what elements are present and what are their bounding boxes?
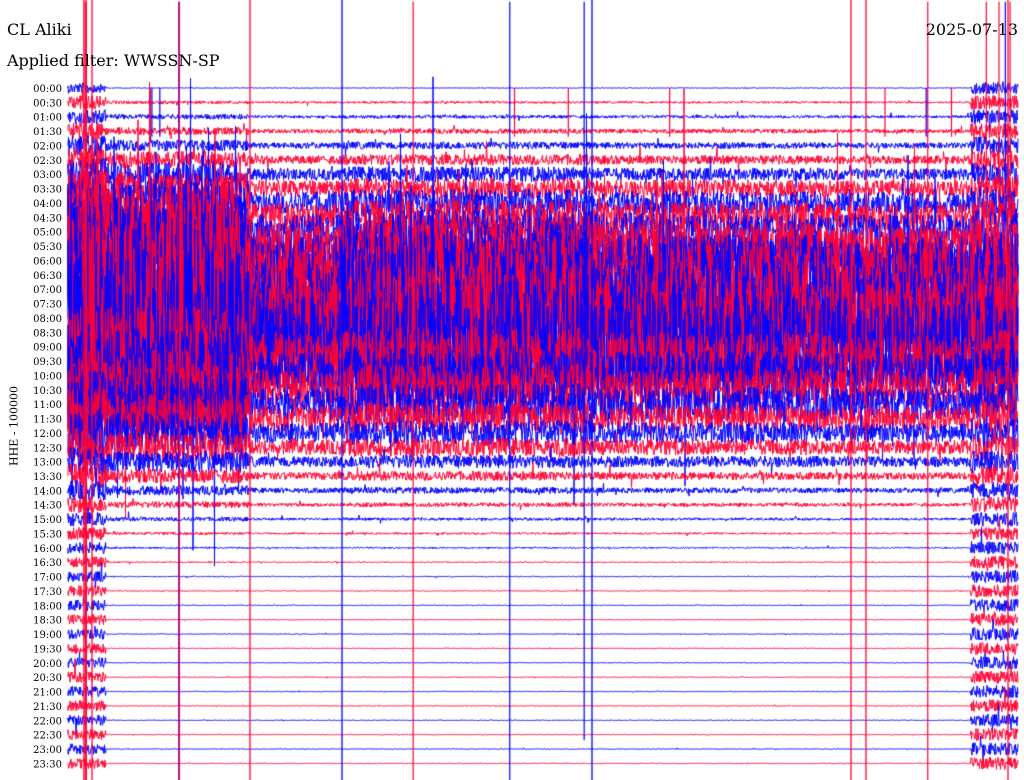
- tick-label-0630: 06:30: [33, 271, 62, 282]
- helicorder-plot: [0, 0, 1024, 780]
- tick-label-0400: 04:00: [33, 199, 62, 210]
- tick-label-0900: 09:00: [33, 343, 62, 354]
- tick-label-0100: 01:00: [33, 113, 62, 124]
- tick-label-1430: 14:30: [33, 501, 62, 512]
- tick-label-0830: 08:30: [33, 328, 62, 339]
- tick-label-1530: 15:30: [33, 529, 62, 540]
- tick-label-0500: 05:00: [33, 228, 62, 239]
- tick-label-1330: 13:30: [33, 472, 62, 483]
- tick-label-0130: 01:30: [33, 127, 62, 138]
- tick-label-0230: 02:30: [33, 156, 62, 167]
- tick-label-1800: 18:00: [33, 601, 62, 612]
- tick-label-1400: 14:00: [33, 486, 62, 497]
- tick-label-2030: 20:30: [33, 673, 62, 684]
- tick-label-2230: 22:30: [33, 731, 62, 742]
- tick-label-1600: 16:00: [33, 544, 62, 555]
- tick-label-0200: 02:00: [33, 141, 62, 152]
- tick-label-0700: 07:00: [33, 285, 62, 296]
- tick-label-0430: 04:30: [33, 213, 62, 224]
- tick-label-1000: 10:00: [33, 371, 62, 382]
- tick-label-2100: 21:00: [33, 688, 62, 699]
- tick-label-2000: 20:00: [33, 659, 62, 670]
- tick-label-2330: 23:30: [33, 759, 62, 770]
- tick-label-1100: 11:00: [33, 400, 62, 411]
- tick-label-1930: 19:30: [33, 644, 62, 655]
- tick-label-0030: 00:30: [33, 98, 62, 109]
- tick-label-2200: 22:00: [33, 716, 62, 727]
- tick-label-0000: 00:00: [33, 84, 62, 95]
- tick-label-1030: 10:30: [33, 386, 62, 397]
- tick-label-1200: 12:00: [33, 429, 62, 440]
- time-tick-labels: 00:00 00:30 01:00 01:30 02:00 02:30 03:00 03:30…: [33, 84, 62, 770]
- tick-label-0530: 05:30: [33, 242, 62, 253]
- tick-label-2300: 23:00: [33, 745, 62, 756]
- date-label: 2025-07-13: [925, 20, 1018, 39]
- tick-label-1730: 17:30: [33, 587, 62, 598]
- tick-label-0600: 06:00: [33, 256, 62, 267]
- tick-label-1300: 13:00: [33, 458, 62, 469]
- tick-label-0800: 08:00: [33, 314, 62, 325]
- tick-label-0930: 09:30: [33, 357, 62, 368]
- tick-label-1700: 17:00: [33, 573, 62, 584]
- tick-label-1900: 19:00: [33, 630, 62, 641]
- tick-label-0300: 03:00: [33, 170, 62, 181]
- tick-label-1830: 18:30: [33, 616, 62, 627]
- tick-label-1230: 12:30: [33, 443, 62, 454]
- tick-label-0330: 03:30: [33, 185, 62, 196]
- tick-label-1500: 15:00: [33, 515, 62, 526]
- tick-label-1130: 11:30: [33, 415, 62, 426]
- tick-label-2130: 21:30: [33, 702, 62, 713]
- tick-label-0730: 07:30: [33, 300, 62, 311]
- tick-label-1630: 16:30: [33, 558, 62, 569]
